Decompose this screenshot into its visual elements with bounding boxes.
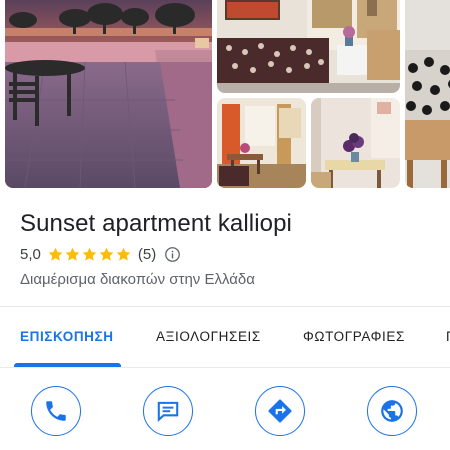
photo-gallery[interactable] bbox=[0, 0, 450, 190]
message-icon bbox=[157, 401, 179, 422]
tab-bar: ΕΠΙΣΚΟΠΗΣΗ ΑΞΙΟΛΟΓΗΣΕΙΣ ΦΩΤΟΓΡΑΦΙΕΣ Π bbox=[0, 307, 450, 367]
rating-value: 5,0 bbox=[20, 246, 41, 263]
website-globe-icon bbox=[381, 400, 403, 422]
photo-living-room[interactable] bbox=[217, 0, 400, 93]
info-icon[interactable] bbox=[164, 246, 181, 263]
tab-reviews[interactable]: ΑΞΙΟΛΟΓΗΣΕΙΣ bbox=[156, 307, 261, 367]
website-button[interactable] bbox=[367, 386, 417, 436]
star-icon bbox=[116, 247, 131, 261]
star-icon bbox=[82, 247, 97, 261]
directions-icon bbox=[268, 399, 292, 423]
action-buttons bbox=[0, 386, 450, 450]
photo-room-curtains[interactable] bbox=[217, 98, 306, 188]
phone-icon bbox=[46, 401, 66, 421]
photo-armchair[interactable] bbox=[405, 0, 450, 188]
tab-overview[interactable]: ΕΠΙΣΚΟΠΗΣΗ bbox=[20, 307, 114, 367]
tab-more[interactable]: Π bbox=[446, 307, 450, 367]
place-category: Διαμέρισμα διακοπών στην Ελλάδα bbox=[20, 271, 255, 288]
divider bbox=[0, 367, 450, 368]
photo-sunset-terrace[interactable] bbox=[5, 0, 212, 188]
star-icon bbox=[48, 247, 63, 261]
directions-button[interactable] bbox=[255, 386, 305, 436]
place-title: Sunset apartment kalliopi bbox=[20, 210, 292, 237]
star-icon bbox=[99, 247, 114, 261]
review-count[interactable]: (5) bbox=[138, 246, 156, 263]
star-icon bbox=[65, 247, 80, 261]
tab-photos[interactable]: ΦΩΤΟΓΡΑΦΙΕΣ bbox=[303, 307, 405, 367]
rating-stars bbox=[47, 246, 132, 263]
rating-row: 5,0 (5) bbox=[20, 246, 181, 263]
photo-dining-table[interactable] bbox=[311, 98, 400, 188]
message-button[interactable] bbox=[143, 386, 193, 436]
call-button[interactable] bbox=[31, 386, 81, 436]
